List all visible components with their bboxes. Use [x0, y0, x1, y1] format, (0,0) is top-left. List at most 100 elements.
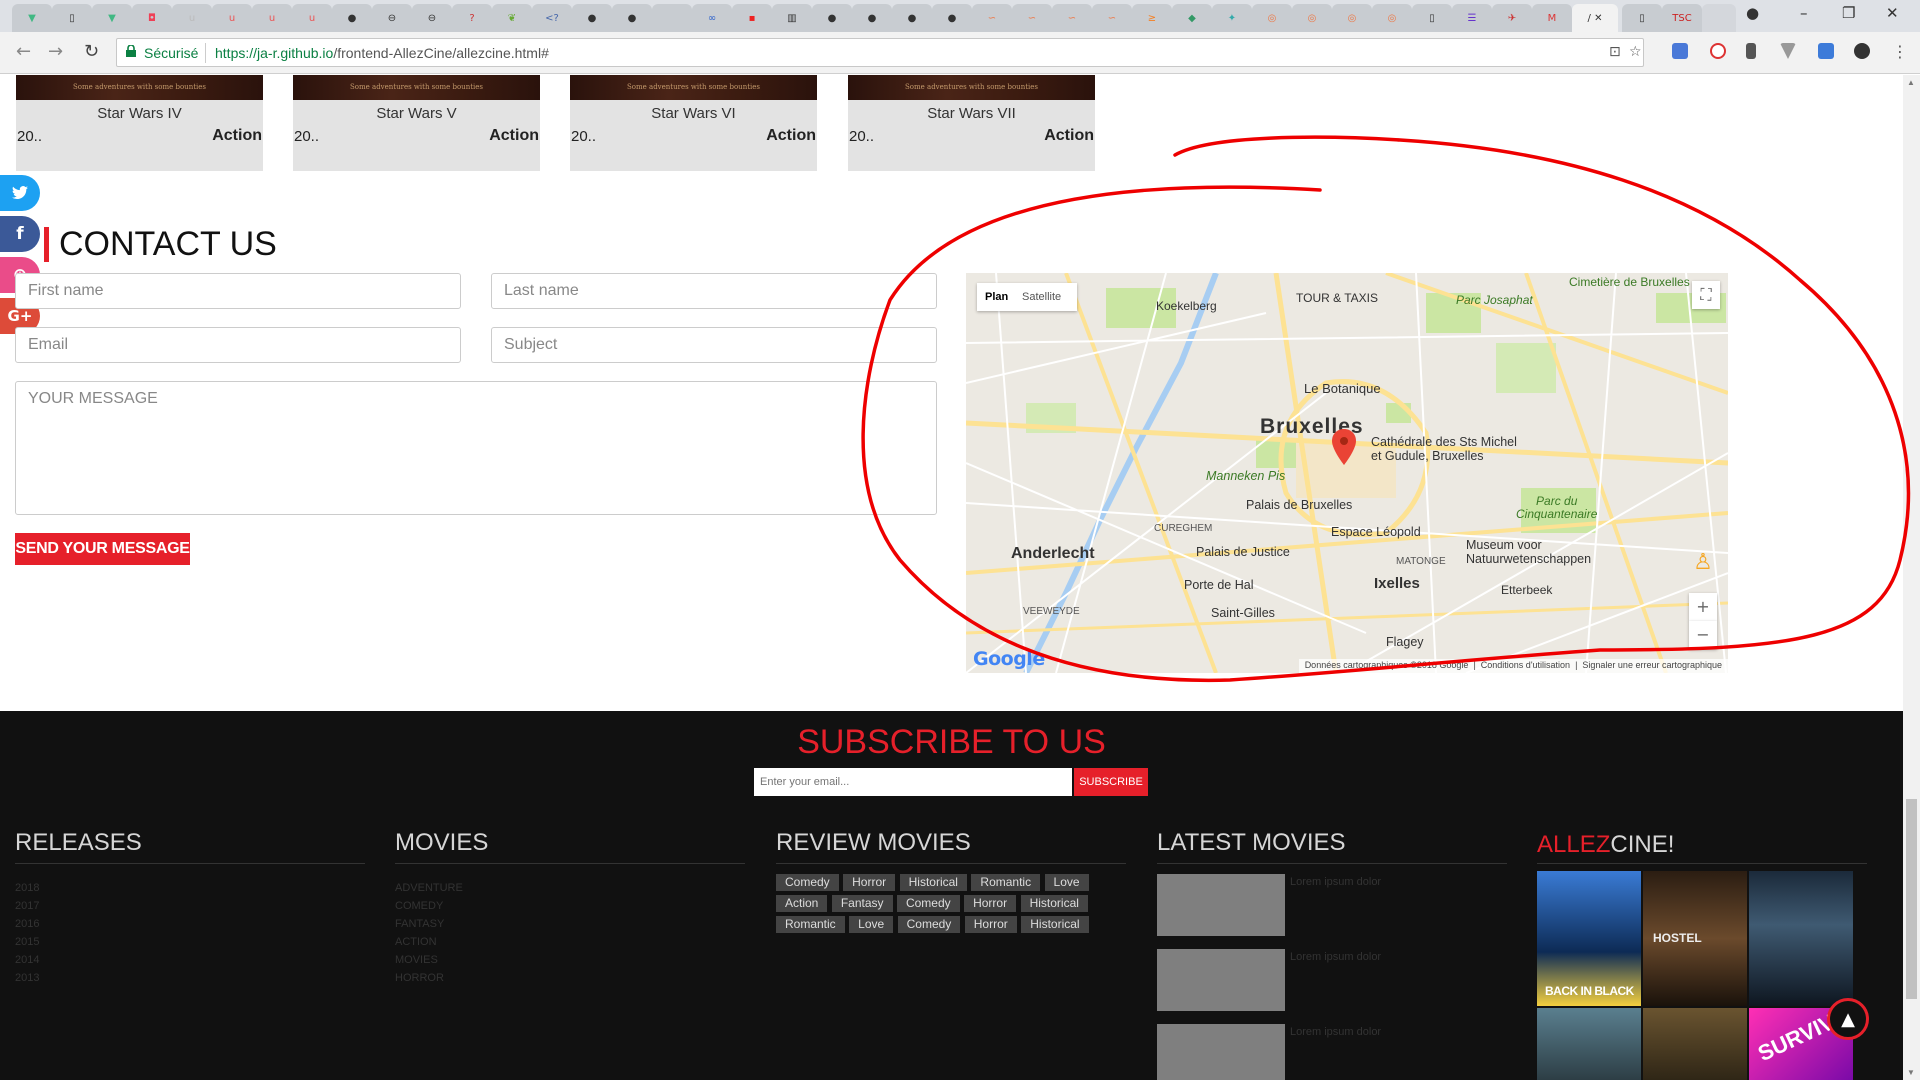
tag[interactable]: Comedy: [897, 916, 961, 933]
reload-icon[interactable]: ↻: [84, 41, 99, 62]
latest-thumbnail[interactable]: [1157, 949, 1285, 1011]
fullscreen-icon[interactable]: ⛶: [1692, 281, 1720, 309]
tab-globe-2[interactable]: ⊖: [412, 4, 452, 32]
forward-icon[interactable]: →: [48, 41, 63, 62]
tab-book[interactable]: ▥: [772, 4, 812, 32]
map-marker-icon[interactable]: [1332, 429, 1356, 465]
movie-card[interactable]: Some adventures with some bounties Star …: [848, 75, 1095, 171]
tab-tsc[interactable]: TSC: [1662, 4, 1702, 32]
tab-stack[interactable]: ≥: [1132, 4, 1172, 32]
tab-github-5[interactable]: ●: [852, 4, 892, 32]
translate-icon[interactable]: ⊡: [1609, 44, 1621, 60]
tab-udemy-3[interactable]: u: [252, 4, 292, 32]
release-year-link[interactable]: 2018: [15, 879, 39, 897]
tab-swirl-2[interactable]: ◎: [1292, 4, 1332, 32]
last-name-field[interactable]: [491, 273, 937, 309]
tab-list[interactable]: ☰: [1452, 4, 1492, 32]
first-name-field[interactable]: [15, 273, 461, 309]
tab-page[interactable]: ?: [452, 4, 492, 32]
tab-youtube[interactable]: ▪: [732, 4, 772, 32]
zoom-out-icon[interactable]: −: [1689, 621, 1717, 649]
tab-runner[interactable]: ✈: [1492, 4, 1532, 32]
tab-github-2[interactable]: ●: [572, 4, 612, 32]
tab-swirl-3[interactable]: ◎: [1332, 4, 1372, 32]
google-map[interactable]: Plan Satellite ⛶ Koekelberg TOUR & TAXIS…: [966, 273, 1728, 673]
tag[interactable]: Horror: [964, 916, 1017, 933]
email-field[interactable]: [15, 327, 461, 363]
map-canvas[interactable]: [966, 273, 1728, 673]
subscribe-email-input[interactable]: [754, 768, 1072, 796]
release-year-link[interactable]: 2017: [15, 897, 39, 915]
tab-code[interactable]: <?: [532, 4, 572, 32]
tab-udemy-2[interactable]: u: [212, 4, 252, 32]
movie-card[interactable]: Some adventures with some bounties Star …: [16, 75, 263, 171]
bookmark-star-icon[interactable]: ☆: [1629, 44, 1642, 60]
tab-swirl-4[interactable]: ◎: [1372, 4, 1412, 32]
tag[interactable]: Comedy: [776, 874, 839, 891]
tag[interactable]: Historical: [899, 874, 967, 891]
release-year-link[interactable]: 2015: [15, 933, 39, 951]
extension-bug-icon[interactable]: [1854, 43, 1870, 59]
back-icon[interactable]: ←: [16, 41, 31, 62]
latest-caption[interactable]: Lorem ipsum dolor: [1290, 876, 1381, 888]
extension-translate-icon[interactable]: [1672, 43, 1688, 59]
latest-caption[interactable]: Lorem ipsum dolor: [1290, 1026, 1381, 1038]
tab-link[interactable]: ∞: [692, 4, 732, 32]
release-year-link[interactable]: 2013: [15, 969, 39, 987]
tab-udemy-4[interactable]: u: [292, 4, 332, 32]
tab-wave[interactable]: ∽: [972, 4, 1012, 32]
poster-inception[interactable]: [1749, 871, 1853, 1006]
latest-thumbnail[interactable]: [1157, 1024, 1285, 1080]
tab-pocket[interactable]: ◘: [132, 4, 172, 32]
tag[interactable]: Romantic: [776, 916, 845, 933]
facebook-button[interactable]: f: [0, 216, 40, 252]
tag[interactable]: Horror: [843, 874, 896, 891]
scroll-to-top-button[interactable]: ▲: [1827, 998, 1869, 1040]
tab-blank[interactable]: [652, 4, 692, 32]
release-year-link[interactable]: 2016: [15, 915, 39, 933]
tab-github-7[interactable]: ●: [932, 4, 972, 32]
twitter-button[interactable]: [0, 175, 40, 211]
tab-swirl[interactable]: ◎: [1252, 4, 1292, 32]
latest-caption[interactable]: Lorem ipsum dolor: [1290, 951, 1381, 963]
tab-vuejs[interactable]: ▼: [12, 4, 52, 32]
minimize-icon[interactable]: –: [1800, 4, 1808, 22]
tab-github-4[interactable]: ●: [812, 4, 852, 32]
tab-bird[interactable]: ✦: [1212, 4, 1252, 32]
poster-hostel[interactable]: HOSTEL: [1643, 871, 1747, 1006]
profile-icon[interactable]: ●: [1746, 4, 1759, 22]
new-tab-button[interactable]: [1702, 4, 1736, 32]
tab-node[interactable]: ❦: [492, 4, 532, 32]
tag[interactable]: Action: [776, 895, 828, 912]
tab-active[interactable]: / ✕: [1572, 4, 1618, 32]
tab-vuejs-2[interactable]: ▼: [92, 4, 132, 32]
movie-category-link[interactable]: HORROR: [395, 969, 463, 987]
tab-gmail[interactable]: M: [1532, 4, 1572, 32]
close-icon[interactable]: / ✕: [1588, 13, 1603, 24]
tab-wave-4[interactable]: ∽: [1092, 4, 1132, 32]
map-terms-link[interactable]: Conditions d'utilisation: [1481, 660, 1570, 670]
latest-thumbnail[interactable]: [1157, 874, 1285, 936]
poster-intouchables[interactable]: [1537, 1008, 1641, 1080]
extension-vue-icon[interactable]: [1780, 43, 1796, 59]
map-type-toggle[interactable]: Plan Satellite: [977, 283, 1077, 311]
map-tab-satellite[interactable]: Satellite: [1022, 291, 1061, 303]
tab-github-3[interactable]: ●: [612, 4, 652, 32]
tag[interactable]: Love: [849, 916, 894, 933]
pegman-icon[interactable]: ♙: [1689, 549, 1717, 577]
tab-globe[interactable]: ⊖: [372, 4, 412, 32]
tag[interactable]: Fantasy: [831, 895, 893, 912]
tab-udemy[interactable]: u: [172, 4, 212, 32]
movie-category-link[interactable]: ADVENTURE: [395, 879, 463, 897]
zoom-in-icon[interactable]: +: [1689, 593, 1717, 621]
tag[interactable]: Historical: [1020, 895, 1088, 912]
subject-field[interactable]: [491, 327, 937, 363]
poster-batman[interactable]: BACK IN BLACK: [1537, 871, 1641, 1006]
url-text[interactable]: https://ja-r.github.io/frontend-AllezCin…: [215, 45, 549, 61]
movie-category-link[interactable]: ACTION: [395, 933, 463, 951]
tab-github[interactable]: ●: [332, 4, 372, 32]
browser-menu-icon[interactable]: ⋮: [1892, 42, 1908, 61]
tag[interactable]: Horror: [964, 895, 1017, 912]
map-report-link[interactable]: Signaler une erreur cartographique: [1582, 660, 1722, 670]
movie-category-link[interactable]: FANTASY: [395, 915, 463, 933]
